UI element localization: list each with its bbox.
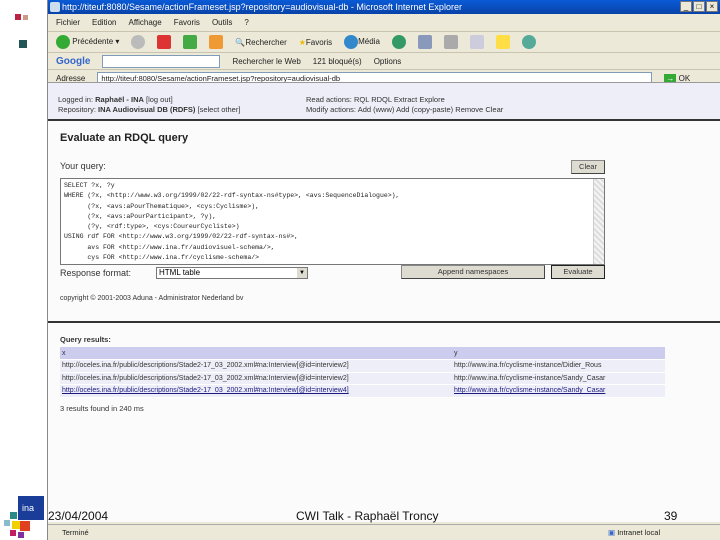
media-button[interactable]: Média xyxy=(344,35,380,49)
page-title: Evaluate an RDQL query xyxy=(60,132,189,144)
minimize-button[interactable]: _ xyxy=(680,1,692,12)
forward-icon[interactable] xyxy=(131,35,146,49)
print-icon[interactable] xyxy=(443,35,458,49)
ie-icon xyxy=(50,2,60,12)
result-link[interactable]: http://oceles.ina.fr/public/descriptions… xyxy=(60,384,452,398)
google-search-input[interactable] xyxy=(102,54,221,68)
history-icon[interactable] xyxy=(391,35,406,49)
close-button[interactable]: × xyxy=(706,1,718,12)
home-icon[interactable] xyxy=(209,35,224,49)
chevron-down-icon: ▼ xyxy=(297,268,307,278)
google-options[interactable]: Options xyxy=(374,57,402,66)
note-icon[interactable] xyxy=(495,35,510,49)
page-content: Logged in: Raphaël - INA [log out] Repos… xyxy=(48,82,720,522)
menu-favoris[interactable]: Favoris xyxy=(174,18,200,27)
messenger-icon[interactable] xyxy=(521,35,536,49)
explore-link[interactable]: Explore xyxy=(419,95,444,104)
table-row: http://oceles.ina.fr/public/descriptions… xyxy=(60,372,665,385)
status-bar: Terminé ▣ Intranet local xyxy=(48,524,720,540)
query-textarea[interactable]: SELECT ?x, ?y WHERE (?x, <http://www.w3.… xyxy=(60,178,605,265)
column-header-x: x xyxy=(60,347,452,360)
rdql-link[interactable]: RDQL xyxy=(371,95,392,104)
search-button[interactable]: 🔍Rechercher xyxy=(235,38,286,47)
table-row: http://oceles.ina.fr/public/descriptions… xyxy=(60,384,665,398)
google-logo[interactable]: Google xyxy=(56,56,90,67)
divider xyxy=(48,321,720,323)
back-arrow-icon xyxy=(56,35,70,49)
result-link[interactable]: http://oceles.ina.fr/public/descriptions… xyxy=(60,359,452,373)
logout-link[interactable]: [log out] xyxy=(146,95,173,104)
results-title: Query results: xyxy=(60,335,111,344)
decor-dot xyxy=(19,40,27,48)
slide-number: 39 xyxy=(664,509,678,523)
browser-window: http://titeuf:8080/Sesame/actionFrameset… xyxy=(47,0,720,540)
query-scrollbar[interactable] xyxy=(593,179,604,264)
add-copy-paste-link[interactable]: Add (copy-paste) xyxy=(396,105,453,114)
clear-link[interactable]: Clear xyxy=(485,105,503,114)
refresh-icon[interactable] xyxy=(183,35,198,49)
results-summary: 3 results found in 240 ms xyxy=(60,404,144,413)
word-icon[interactable] xyxy=(469,35,484,49)
append-namespaces-button[interactable]: Append namespaces xyxy=(401,265,545,279)
table-row: http://oceles.ina.fr/public/descriptions… xyxy=(60,359,665,373)
result-link[interactable]: http://oceles.ina.fr/public/descriptions… xyxy=(60,372,452,385)
response-format-label: Response format: xyxy=(60,268,132,278)
search-icon: 🔍 xyxy=(235,37,246,47)
zone-indicator: ▣ Intranet local xyxy=(608,528,661,537)
result-link[interactable]: http://www.ina.fr/cyclisme-instance/Sand… xyxy=(452,372,665,385)
menu-bar: Fichier Edition Affichage Favoris Outils… xyxy=(48,14,720,32)
maximize-button[interactable]: □ xyxy=(693,1,705,12)
remove-link[interactable]: Remove xyxy=(455,105,483,114)
decor-dot xyxy=(15,14,21,20)
mail-icon[interactable] xyxy=(417,35,432,49)
svg-text:ina: ina xyxy=(22,503,34,513)
menu-outils[interactable]: Outils xyxy=(212,18,232,27)
media-icon xyxy=(344,35,359,49)
popup-blocked[interactable]: 121 bloqué(s) xyxy=(313,57,362,66)
title-bar: http://titeuf:8080/Sesame/actionFrameset… xyxy=(48,0,720,14)
column-header-y: y xyxy=(452,347,665,360)
slide-title: CWI Talk - Raphaël Troncy xyxy=(296,509,439,523)
google-toolbar: Google Rechercher le Web 121 bloqué(s) O… xyxy=(48,53,720,70)
user-name: Raphaël - INA xyxy=(95,95,144,104)
copyright: copyright © 2001-2003 Aduna - Administra… xyxy=(60,295,244,302)
window-title: http://titeuf:8080/Sesame/actionFrameset… xyxy=(62,2,462,12)
query-label: Your query: xyxy=(60,161,106,171)
select-other-link[interactable]: [select other] xyxy=(198,105,241,114)
response-format-select[interactable]: HTML table ▼ xyxy=(156,267,308,279)
back-button[interactable]: Précédente ▾ xyxy=(56,35,119,49)
favorites-button[interactable]: ★Favoris xyxy=(299,38,332,47)
result-link[interactable]: http://www.ina.fr/cyclisme-instance/Didi… xyxy=(452,359,665,373)
status-text: Terminé xyxy=(62,528,89,537)
ina-logo: ina xyxy=(4,496,44,538)
google-search-web-button[interactable]: Rechercher le Web xyxy=(232,57,300,66)
menu-help[interactable]: ? xyxy=(244,18,248,27)
stop-icon[interactable] xyxy=(157,35,172,49)
results-table: xy http://oceles.ina.fr/public/descripti… xyxy=(60,347,665,398)
add-www-link[interactable]: Add (www) xyxy=(358,105,395,114)
decor-dot xyxy=(23,15,28,20)
extract-link[interactable]: Extract xyxy=(394,95,417,104)
intranet-icon: ▣ xyxy=(608,528,616,537)
session-header: Logged in: Raphaël - INA [log out] Repos… xyxy=(48,83,720,121)
toolbar: Précédente ▾ 🔍Rechercher ★Favoris Média xyxy=(48,32,720,53)
menu-edition[interactable]: Edition xyxy=(92,18,116,27)
result-link[interactable]: http://www.ina.fr/cyclisme-instance/Sand… xyxy=(452,384,665,398)
star-icon: ★ xyxy=(298,37,306,47)
rql-link[interactable]: RQL xyxy=(354,95,369,104)
clear-button[interactable]: Clear xyxy=(571,160,605,174)
repository-name: INA Audiovisual DB (RDFS) xyxy=(98,105,196,114)
menu-affichage[interactable]: Affichage xyxy=(128,18,161,27)
menu-fichier[interactable]: Fichier xyxy=(56,18,80,27)
evaluate-button[interactable]: Evaluate xyxy=(551,265,605,279)
slide-date: 23/04/2004 xyxy=(48,509,109,523)
